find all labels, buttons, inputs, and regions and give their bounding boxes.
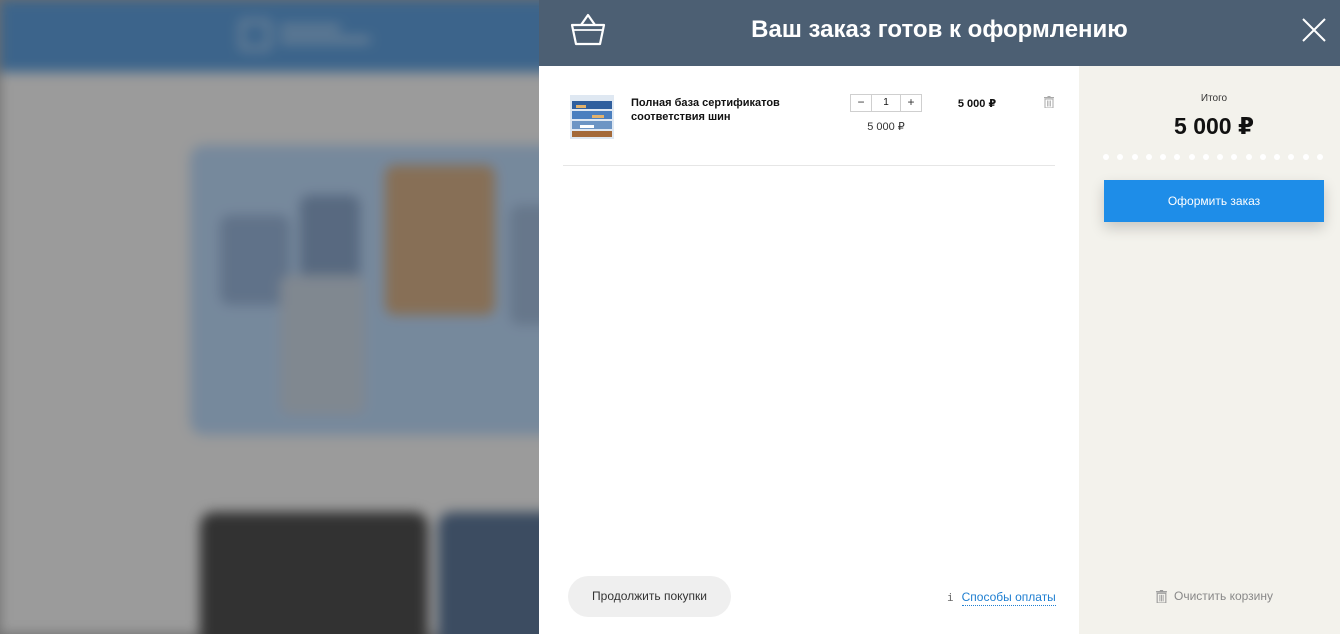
continue-shopping-button[interactable]: Продолжить покупки [568,576,731,617]
checkout-button[interactable]: Оформить заказ [1104,180,1324,222]
dotted-divider [1103,154,1323,160]
total-label: Итого [1200,93,1228,104]
modal-header: Ваш заказ готов к оформлению [539,0,1340,66]
total-value: 5 000 ₽ [1174,113,1254,139]
trash-icon [1156,589,1167,603]
product-thumbnail[interactable] [570,95,614,139]
product-name[interactable]: Полная база сертификатов соответствия ши… [631,96,811,124]
info-icon: i [947,591,954,604]
cart-item-row: Полная база сертификатов соответствия ши… [563,66,1055,166]
cart-modal: Ваш заказ готов к оформлению Полная база… [539,0,1340,634]
clear-cart-button[interactable]: Очистить корзину [1156,589,1273,603]
increment-button[interactable]: + [901,95,921,111]
unit-price: 5 000 ₽ [867,121,905,133]
payment-methods-info: i Способы оплаты [947,590,1056,606]
close-icon[interactable] [1301,17,1327,43]
trash-icon[interactable] [1044,96,1054,108]
clear-cart-label: Очистить корзину [1174,589,1273,603]
quantity-stepper: − 1 + [850,94,922,112]
row-price: 5 000 ₽ [957,98,997,110]
cart-items: Полная база сертификатов соответствия ши… [539,66,1079,634]
quantity-field[interactable]: 1 [871,95,901,111]
payment-methods-link[interactable]: Способы оплаты [961,590,1056,606]
modal-title: Ваш заказ готов к оформлению [751,16,1128,43]
decrement-button[interactable]: − [851,95,871,111]
order-summary: Итого 5 000 ₽ Оформить заказ Очистить ко… [1079,66,1340,634]
